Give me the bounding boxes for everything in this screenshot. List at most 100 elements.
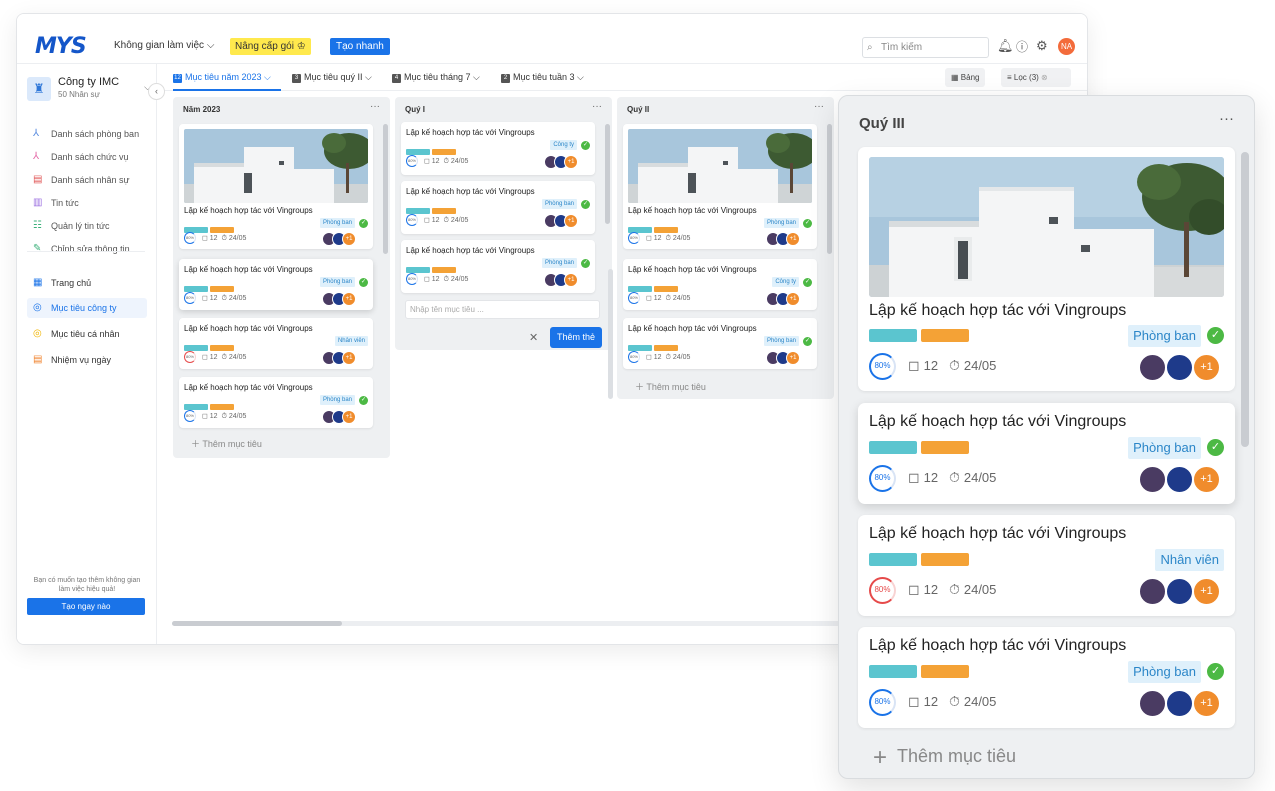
filter-button[interactable]: ≡ Lọc (3) ⊗ (1001, 68, 1071, 87)
goal-card[interactable]: Lập kế hoạch hợp tác với Vingroups Phòng… (858, 627, 1235, 728)
assignees[interactable]: +1 (544, 155, 590, 169)
sidebar-item-daily-tasks[interactable]: ▤ Nhiệm vụ ngày (27, 350, 147, 370)
timer-icon: ⏱ (221, 234, 227, 242)
assignees[interactable]: +1 (322, 410, 368, 424)
more-assignees: +1 (342, 292, 356, 306)
goal-card[interactable]: Lập kế hoạch hợp tác với Vingroups Công … (401, 122, 595, 175)
quick-create-button[interactable]: Tạo nhanh (330, 38, 390, 55)
horizontal-scrollbar[interactable] (172, 621, 342, 626)
add-goal-button[interactable]: ＋ Thêm mục tiêu (191, 437, 262, 450)
progress-ring: 80% (184, 410, 196, 422)
assignees[interactable]: +1 (322, 292, 368, 306)
more-icon[interactable]: ··· (1219, 110, 1234, 127)
tab-count: 2 (501, 74, 510, 83)
create-workspace-button[interactable]: Tạo ngay nào (27, 598, 145, 615)
assignees[interactable]: +1 (1138, 465, 1224, 494)
more-icon[interactable]: ··· (370, 101, 380, 112)
due-date: 24/05 (450, 216, 469, 224)
tab-year-2023[interactable]: 12 Mục tiêu năm 2023 ⌵ (173, 64, 281, 91)
collapse-sidebar-button[interactable]: ‹ (148, 83, 165, 100)
sidebar-item-personal-goals[interactable]: ◎ Mục tiêu cá nhân (27, 324, 147, 344)
more-assignees: +1 (1192, 465, 1221, 494)
crown-icon: ♔ (296, 41, 306, 52)
clear-filter-icon[interactable]: ⊗ (1041, 73, 1048, 82)
add-goal-button[interactable]: ＋ Thêm mục tiêu (635, 380, 706, 393)
goal-card[interactable]: Lập kế hoạch hợp tác với Vingroups Phòng… (179, 259, 373, 310)
sidebar-item-label: Chỉnh sửa thông tin (51, 244, 130, 254)
column-scrollbar[interactable] (383, 124, 388, 254)
timer-icon: ⏱ (948, 468, 960, 485)
target-icon: ◎ (33, 302, 42, 313)
workspace-dropdown[interactable]: Không gian làm việc ⌵ (114, 40, 214, 51)
sidebar-item-news[interactable]: ▥ Tin tức (27, 193, 147, 213)
more-icon[interactable]: ··· (592, 101, 602, 112)
building-image (869, 157, 1224, 297)
new-goal-input[interactable]: Nhập tên mục tiêu ... (405, 300, 600, 319)
search-placeholder: Tìm kiếm (881, 42, 923, 53)
gear-icon[interactable]: ⚙ (1036, 38, 1048, 54)
assignees[interactable]: +1 (544, 214, 590, 228)
assignees[interactable]: +1 (1138, 689, 1224, 718)
sidebar-item-positions[interactable]: ⅄ Danh sách chức vụ (27, 147, 147, 167)
goal-card[interactable]: Lập kế hoạch hợp tác với Vingroups Nhân … (179, 318, 373, 369)
goal-meta: 80% ◻ 12 ⏱ 24/05 (184, 351, 246, 363)
assignees[interactable]: +1 (1138, 353, 1224, 382)
assignees[interactable]: +1 (766, 292, 812, 306)
more-icon[interactable]: ··· (814, 101, 824, 112)
sidebar-item-label: Mục tiêu công ty (51, 303, 117, 313)
verified-icon: ✓ (581, 141, 590, 150)
column-scrollbar[interactable] (605, 124, 610, 224)
tab-quarter-2[interactable]: 3 Mục tiêu quý II ⌵ (292, 64, 372, 91)
close-icon[interactable]: ✕ (529, 331, 538, 344)
goal-card[interactable]: Lập kế hoạch hợp tác với Vingroups Phòng… (858, 403, 1235, 504)
goal-card[interactable]: Lập kế hoạch hợp tác với Vingroups Phòng… (179, 377, 373, 428)
goal-title: Lập kế hoạch hợp tác với Vingroups (869, 413, 1127, 430)
label-bars (406, 201, 458, 214)
assignees[interactable]: +1 (766, 232, 812, 246)
table-view-button[interactable]: ▦ Bảng (945, 68, 986, 87)
label-bars (628, 279, 680, 292)
filter-icon: ≡ (1007, 73, 1012, 82)
column-scrollbar[interactable] (827, 124, 832, 254)
search-input[interactable]: ⌕ Tìm kiếm (862, 37, 989, 58)
user-avatar[interactable]: NA (1058, 38, 1075, 55)
comment-icon: ◻ (202, 412, 208, 420)
assignees[interactable]: +1 (322, 351, 368, 365)
company-switcher[interactable]: ♜ Công ty IMC 50 Nhân sự ⌵ (27, 74, 151, 104)
goal-card[interactable]: Lập kế hoạch hợp tác với Vingroups Phòng… (858, 147, 1235, 391)
table-view-label: Bảng (960, 73, 980, 82)
sidebar-item-edit-info[interactable]: ✎ Chỉnh sửa thông tin (27, 239, 147, 259)
verified-icon: ✓ (803, 337, 812, 346)
goal-card[interactable]: Lập kế hoạch hợp tác với Vingroups Phòng… (623, 318, 817, 369)
board-scrollbar[interactable] (608, 269, 613, 399)
goal-meta: 80% ◻ 12 ⏱ 24/05 (406, 155, 468, 167)
tab-month-7[interactable]: 4 Mục tiêu tháng 7 ⌵ (392, 64, 480, 91)
sidebar-item-staff[interactable]: ▤ Danh sách nhân sự (27, 170, 147, 190)
goal-card[interactable]: Lập kế hoạch hợp tác với Vingroups Phòng… (623, 124, 817, 249)
sidebar-item-home[interactable]: ▦ Trang chủ (27, 273, 147, 293)
progress-ring: 80% (184, 232, 196, 244)
assignees[interactable]: +1 (544, 273, 590, 287)
more-assignees: +1 (1192, 577, 1221, 606)
add-goal-button[interactable]: + Thêm mục tiêu (873, 744, 1016, 772)
add-card-button[interactable]: Thêm thẻ (550, 327, 602, 348)
upgrade-button[interactable]: Nâng cấp gói ♔ (230, 38, 311, 55)
column-scrollbar[interactable] (1241, 152, 1249, 447)
scope-badge: Công ty (550, 140, 577, 150)
goal-card[interactable]: Lập kế hoạch hợp tác với Vingroups Công … (623, 259, 817, 310)
sidebar-item-company-goals[interactable]: ◎ Mục tiêu công ty (27, 298, 147, 318)
goal-card[interactable]: Lập kế hoạch hợp tác với Vingroups Phòng… (179, 124, 373, 249)
assignees[interactable]: +1 (1138, 577, 1224, 606)
assignees[interactable]: +1 (322, 232, 368, 246)
sidebar-item-news-manage[interactable]: ☷ Quản lý tin tức (27, 216, 147, 236)
tab-week-3[interactable]: 2 Mục tiêu tuần 3 ⌵ (501, 64, 584, 91)
goal-card[interactable]: Lập kế hoạch hợp tác với Vingroups Phòng… (401, 240, 595, 293)
sidebar-item-departments[interactable]: ⅄ Danh sách phòng ban (27, 124, 147, 144)
bell-icon[interactable]: 🔔︎ (997, 38, 1014, 54)
goal-card[interactable]: Lập kế hoạch hợp tác với Vingroups Phòng… (401, 181, 595, 234)
label-bars (184, 397, 236, 410)
help-icon[interactable]: ⓘ (1016, 38, 1028, 55)
assignees[interactable]: +1 (766, 351, 812, 365)
app-logo[interactable]: MYS (35, 34, 87, 59)
goal-card[interactable]: Lập kế hoạch hợp tác với Vingroups Nhân … (858, 515, 1235, 616)
